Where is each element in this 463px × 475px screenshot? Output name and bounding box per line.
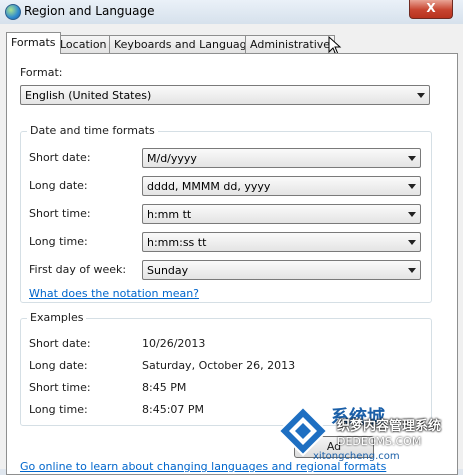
group-title: Examples (27, 311, 87, 324)
long-time-select[interactable]: h:mm:ss tt (142, 232, 421, 252)
short-date-value: M/d/yyyy (147, 152, 197, 165)
short-date-label: Short date: (29, 151, 91, 164)
example-short-time-label: Short time: (29, 381, 91, 394)
first-day-of-week-select[interactable]: Sunday (142, 260, 421, 280)
window-title: Region and Language (24, 4, 155, 18)
tab-administrative[interactable]: Administrative (245, 35, 336, 53)
format-value: English (United States) (25, 89, 152, 102)
watermark-cms-domain: DEDECMS.COM (337, 435, 422, 448)
example-short-time-value: 8:45 PM (142, 381, 187, 394)
example-short-date-label: Short date: (29, 337, 91, 350)
example-long-date-label: Long date: (29, 359, 88, 372)
notation-help-link[interactable]: What does the notation mean? (29, 287, 199, 300)
chevron-down-icon (408, 184, 416, 189)
title-bar: Region and Language X (0, 0, 463, 24)
globe-icon (5, 4, 21, 20)
watermark-logo-icon (277, 405, 329, 457)
group-title: Date and time formats (27, 124, 158, 137)
first-day-of-week-label: First day of week: (29, 263, 127, 276)
long-date-value: dddd, MMMM dd, yyyy (147, 180, 271, 193)
chevron-down-icon (408, 212, 416, 217)
chevron-down-icon (408, 240, 416, 245)
close-button[interactable]: X (409, 0, 453, 19)
long-time-value: h:mm:ss tt (147, 236, 207, 249)
watermark-domain: xitongcheng.com (313, 451, 400, 462)
example-short-date-value: 10/26/2013 (142, 337, 206, 350)
short-time-value: h:mm tt (147, 208, 192, 221)
long-time-label: Long time: (29, 235, 88, 248)
tab-keyboards-and-languages[interactable]: Keyboards and Languages (109, 35, 265, 53)
chevron-down-icon (408, 156, 416, 161)
tab-formats[interactable]: Formats (6, 32, 61, 54)
format-select[interactable]: English (United States) (20, 85, 430, 105)
watermark: 系统城 织梦内容管理系统 DEDECMS.COM xitongcheng.com (273, 401, 463, 469)
short-time-select[interactable]: h:mm tt (142, 204, 421, 224)
long-date-select[interactable]: dddd, MMMM dd, yyyy (142, 176, 421, 196)
example-long-time-value: 8:45:07 PM (142, 403, 205, 416)
chevron-down-icon (417, 93, 425, 98)
chevron-down-icon (408, 268, 416, 273)
tab-location[interactable]: Location (55, 35, 112, 53)
example-long-date-value: Saturday, October 26, 2013 (142, 359, 296, 372)
short-time-label: Short time: (29, 207, 91, 220)
example-long-time-label: Long time: (29, 403, 88, 416)
short-date-select[interactable]: M/d/yyyy (142, 148, 421, 168)
first-day-of-week-value: Sunday (147, 264, 189, 277)
format-label: Format: (20, 66, 63, 79)
watermark-cms-name: 织梦内容管理系统 (337, 419, 442, 434)
long-date-label: Long date: (29, 179, 88, 192)
